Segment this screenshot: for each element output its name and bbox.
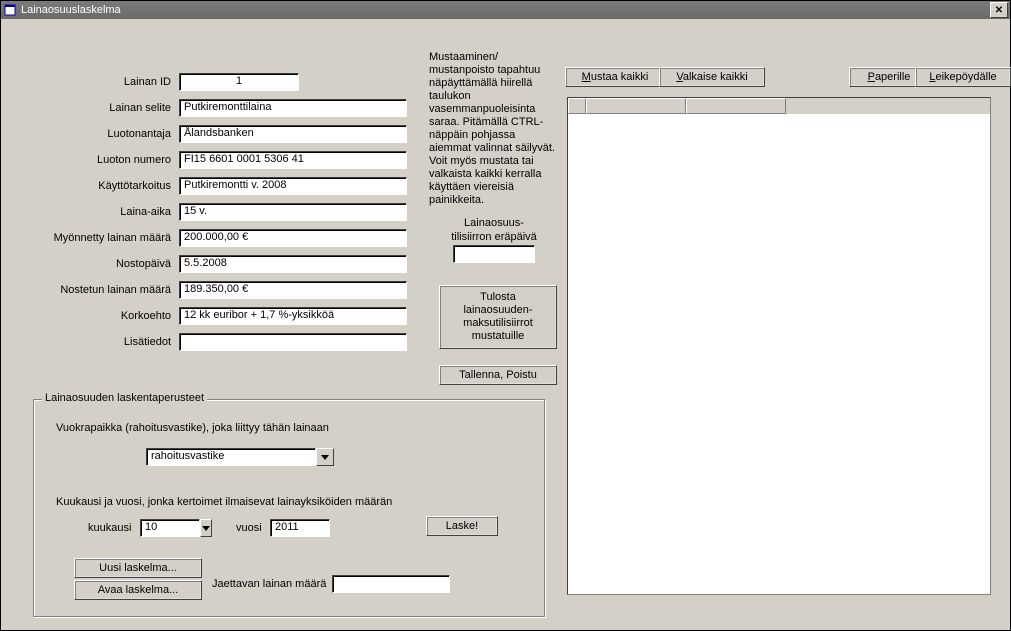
laske-button[interactable]: Laske! [426, 516, 498, 536]
group-legend: Lainaosuuden laskentaperusteet [42, 392, 207, 404]
label-kayttotarkoitus: Käyttötarkoitus [51, 180, 171, 192]
label-lisatiedot: Lisätiedot [51, 336, 171, 348]
laskentaperusteet-group: Lainaosuuden laskentaperusteet Vuokrapai… [33, 399, 545, 617]
vuosi-label: vuosi [236, 522, 262, 534]
luotonantaja-field[interactable]: Ålandsbanken [179, 125, 407, 143]
label-myonnetty: Myönnetty lainan määrä [51, 232, 171, 244]
app-icon [3, 3, 17, 17]
label-luoton-numero: Luoton numero [51, 154, 171, 166]
mustaa-kaikki-button[interactable]: Mustaa kaikki [565, 67, 665, 87]
label-nostetun: Nostetun lainan määrä [51, 284, 171, 296]
vuokra-select[interactable]: rahoitusvastike [146, 448, 334, 466]
nostetun-field[interactable]: 189.350,00 € [179, 281, 407, 299]
chevron-down-icon[interactable] [200, 519, 212, 537]
lainan-selite-field[interactable]: Putkiremonttilaina [179, 99, 407, 117]
nostopaiva-field[interactable]: 5.5.2008 [179, 255, 407, 273]
jaettavan-field[interactable] [332, 575, 450, 593]
kk-label: Kuukausi ja vuosi, jonka kertoimet ilmai… [56, 496, 392, 508]
table-body[interactable] [568, 114, 990, 594]
label-laina-aika: Laina-aika [51, 206, 171, 218]
uusi-laskelma-button[interactable]: Uusi laskelma... [74, 558, 202, 578]
kayttotarkoitus-field[interactable]: Putkiremontti v. 2008 [179, 177, 407, 195]
col-select[interactable] [568, 98, 586, 114]
close-icon[interactable]: ✕ [990, 2, 1008, 18]
laina-aika-field[interactable]: 15 v. [179, 203, 407, 221]
tallenna-button[interactable]: Tallenna, Poistu [439, 365, 557, 385]
kuukausi-label: kuukausi [88, 522, 131, 534]
chevron-down-icon[interactable] [316, 448, 334, 466]
data-table[interactable] [567, 97, 991, 595]
avaa-laskelma-button[interactable]: Avaa laskelma... [74, 580, 202, 600]
info-text: Mustaaminen/ mustanpoisto tapahtuu näpäy… [429, 51, 557, 207]
window-title: Lainaosuuslaskelma [21, 4, 990, 16]
leikepoydalle-button[interactable]: Leikepöydälle [915, 67, 1011, 87]
tulosta-button[interactable]: Tulosta lainaosuuden-maksutilisiirrot mu… [439, 285, 557, 349]
erapaiva-label-1: Lainaosuus- [439, 217, 549, 229]
erapaiva-field[interactable] [453, 245, 535, 263]
jaettavan-label: Jaettavan lainan määrä [212, 578, 326, 590]
lainan-id-field: 1 [179, 73, 299, 91]
vuosi-field[interactable]: 2011 [270, 519, 330, 537]
vuokra-value: rahoitusvastike [146, 448, 316, 466]
col-1[interactable] [586, 98, 686, 114]
luoton-numero-field[interactable]: FI15 6601 0001 5306 41 [179, 151, 407, 169]
label-luotonantaja: Luotonantaja [51, 128, 171, 140]
vuokra-label: Vuokrapaikka (rahoitusvastike), joka lii… [56, 422, 329, 434]
kuukausi-select[interactable]: 10 [140, 519, 212, 537]
label-nostopaiva: Nostopäivä [51, 258, 171, 270]
erapaiva-label-2: tilisiirron eräpäivä [439, 231, 549, 243]
label-korkoehto: Korkoehto [51, 310, 171, 322]
valkaise-kaikki-button[interactable]: Valkaise kaikki [659, 67, 765, 87]
col-2[interactable] [686, 98, 786, 114]
lisatiedot-field[interactable] [179, 333, 407, 351]
kuukausi-value: 10 [140, 519, 200, 537]
myonnetty-field[interactable]: 200.000,00 € [179, 229, 407, 247]
label-lainan-id: Lainan ID [51, 76, 171, 88]
label-lainan-selite: Lainan selite [51, 102, 171, 114]
korkoehto-field[interactable]: 12 kk euribor + 1,7 %-yksikköä [179, 307, 407, 325]
